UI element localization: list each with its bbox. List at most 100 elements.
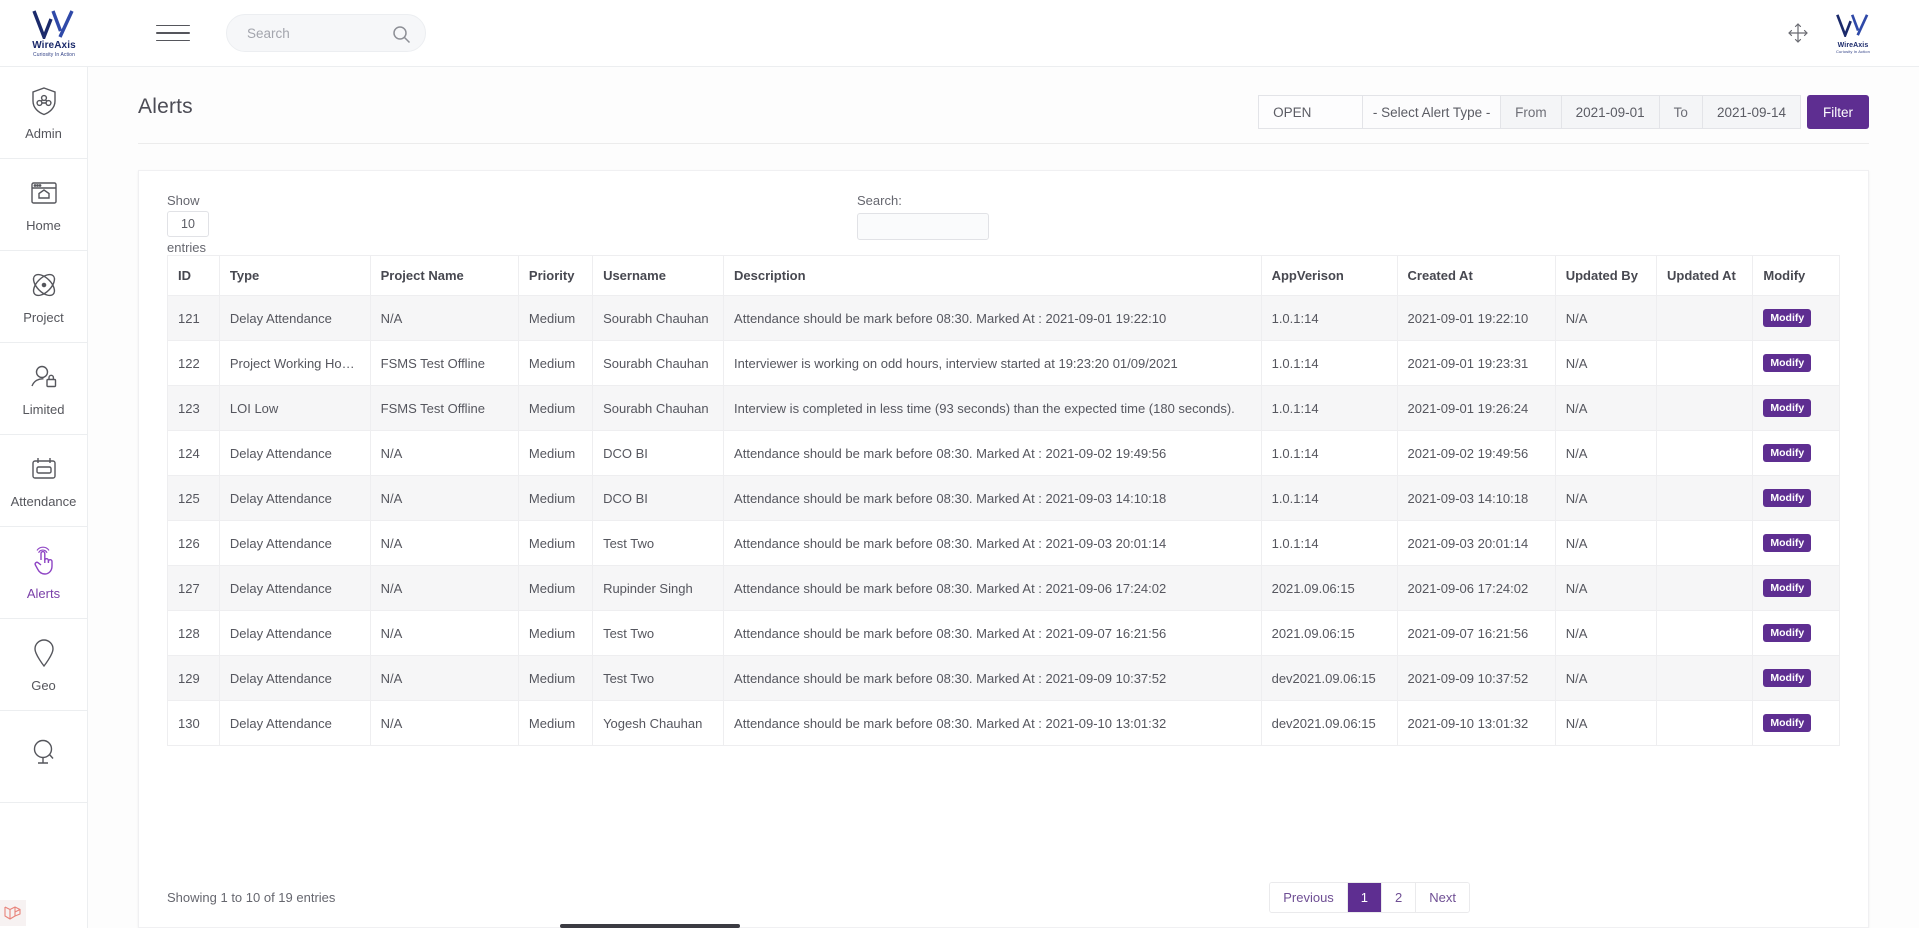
- cell-appversion: 1.0.1:14: [1261, 296, 1397, 341]
- table-row: 125Delay AttendanceN/AMediumDCO BIAttend…: [168, 476, 1840, 521]
- col-header-appversion[interactable]: AppVerison: [1261, 256, 1397, 296]
- from-label: From: [1500, 95, 1562, 129]
- filter-button[interactable]: Filter: [1807, 95, 1869, 129]
- sidebar-item-admin[interactable]: Admin: [0, 67, 87, 159]
- cell-created-at: 2021-09-09 10:37:52: [1397, 656, 1555, 701]
- cell-appversion: dev2021.09.06:15: [1261, 701, 1397, 746]
- cell-id: 129: [168, 656, 220, 701]
- cell-type: Project Working Hours: [219, 341, 370, 386]
- header-brand-name: WireAxis: [1838, 42, 1869, 49]
- col-header-priority[interactable]: Priority: [518, 256, 592, 296]
- table-row: 123LOI LowFSMS Test OfflineMediumSourabh…: [168, 386, 1840, 431]
- cell-project: N/A: [370, 656, 518, 701]
- table-row: 129Delay AttendanceN/AMediumTest TwoAtte…: [168, 656, 1840, 701]
- cell-description: Interview is completed in less time (93 …: [724, 386, 1262, 431]
- cell-created-at: 2021-09-01 19:23:31: [1397, 341, 1555, 386]
- wireaxis-header-logo[interactable]: WireAxis Curiosity In Action: [1835, 13, 1871, 54]
- modify-button[interactable]: Modify: [1763, 714, 1811, 732]
- hand-tap-alert-icon: [30, 544, 58, 578]
- top-bar-actions: WireAxis Curiosity In Action: [1787, 13, 1919, 54]
- pagination-next[interactable]: Next: [1416, 883, 1469, 912]
- col-header-id[interactable]: ID: [168, 256, 220, 296]
- table-header-row: ID Type Project Name Priority Username D…: [168, 256, 1840, 296]
- cell-id: 127: [168, 566, 220, 611]
- col-header-project[interactable]: Project Name: [370, 256, 518, 296]
- sidebar-item-home[interactable]: Home: [0, 159, 87, 251]
- cell-appversion: 2021.09.06:15: [1261, 566, 1397, 611]
- cell-id: 124: [168, 431, 220, 476]
- cell-updated-by: N/A: [1555, 521, 1656, 566]
- sidebar-item-attendance[interactable]: Attendance: [0, 435, 87, 527]
- sidebar-item-geo[interactable]: Geo: [0, 619, 87, 711]
- from-date-input[interactable]: 2021-09-01: [1561, 95, 1660, 129]
- modify-button[interactable]: Modify: [1763, 354, 1811, 372]
- cell-created-at: 2021-09-02 19:49:56: [1397, 431, 1555, 476]
- top-bar: WireAxis Curiosity In Action: [0, 0, 1919, 66]
- cell-priority: Medium: [518, 566, 592, 611]
- to-date-input[interactable]: 2021-09-14: [1702, 95, 1801, 129]
- cell-description: Attendance should be mark before 08:30. …: [724, 701, 1262, 746]
- modify-button[interactable]: Modify: [1763, 534, 1811, 552]
- show-entries-control: Show 10 entries: [167, 193, 209, 255]
- cell-id: 130: [168, 701, 220, 746]
- pagination-previous[interactable]: Previous: [1270, 883, 1348, 912]
- cell-updated-at: [1657, 656, 1753, 701]
- sidebar-item-project[interactable]: Project: [0, 251, 87, 343]
- cell-updated-at: [1657, 386, 1753, 431]
- sidebar: Admin Home: [0, 66, 88, 928]
- alert-type-select[interactable]: - Select Alert Type -: [1362, 95, 1501, 129]
- sidebar-item-limited[interactable]: Limited: [0, 343, 87, 435]
- sidebar-item-globe[interactable]: [0, 711, 87, 803]
- pagination-2[interactable]: 2: [1382, 883, 1416, 912]
- cell-created-at: 2021-09-01 19:22:10: [1397, 296, 1555, 341]
- cell-updated-at: [1657, 296, 1753, 341]
- search-icon[interactable]: [392, 25, 411, 49]
- modify-button[interactable]: Modify: [1763, 309, 1811, 327]
- cell-created-at: 2021-09-01 19:26:24: [1397, 386, 1555, 431]
- brand-logo[interactable]: WireAxis Curiosity In Action: [0, 0, 108, 66]
- col-header-type[interactable]: Type: [219, 256, 370, 296]
- table-search-input[interactable]: [857, 213, 989, 240]
- table-row: 122Project Working HoursFSMS Test Offlin…: [168, 341, 1840, 386]
- modify-button[interactable]: Modify: [1763, 579, 1811, 597]
- col-header-username[interactable]: Username: [593, 256, 724, 296]
- col-header-created-at[interactable]: Created At: [1397, 256, 1555, 296]
- cell-updated-by: N/A: [1555, 341, 1656, 386]
- search-input[interactable]: [245, 15, 385, 51]
- cell-updated-by: N/A: [1555, 611, 1656, 656]
- fullscreen-move-icon[interactable]: [1787, 22, 1809, 44]
- cell-modify: Modify: [1753, 476, 1840, 521]
- globe-icon: [30, 736, 58, 770]
- entries-per-page-select[interactable]: 10: [167, 211, 209, 237]
- table-row: 127Delay AttendanceN/AMediumRupinder Sin…: [168, 566, 1840, 611]
- sidebar-item-label: Geo: [31, 678, 56, 693]
- sidebar-item-alerts[interactable]: Alerts: [0, 527, 87, 619]
- col-header-description[interactable]: Description: [724, 256, 1262, 296]
- cell-project: N/A: [370, 431, 518, 476]
- modify-button[interactable]: Modify: [1763, 669, 1811, 687]
- col-header-modify[interactable]: Modify: [1753, 256, 1840, 296]
- sidebar-item-label: Home: [26, 218, 61, 233]
- cell-type: LOI Low: [219, 386, 370, 431]
- modify-button[interactable]: Modify: [1763, 399, 1811, 417]
- cell-priority: Medium: [518, 296, 592, 341]
- cell-appversion: 1.0.1:14: [1261, 341, 1397, 386]
- col-header-updated-by[interactable]: Updated By: [1555, 256, 1656, 296]
- cell-modify: Modify: [1753, 386, 1840, 431]
- main-content: Alerts OPEN - Select Alert Type - From 2…: [88, 66, 1919, 928]
- pagination-1[interactable]: 1: [1348, 883, 1382, 912]
- show-label: Show: [167, 193, 209, 208]
- browser-home-icon: [29, 176, 59, 210]
- calendar-icon: [29, 452, 59, 486]
- hamburger-menu-icon[interactable]: [156, 21, 190, 45]
- modify-button[interactable]: Modify: [1763, 489, 1811, 507]
- modify-button[interactable]: Modify: [1763, 444, 1811, 462]
- status-select[interactable]: OPEN: [1258, 95, 1363, 129]
- col-header-updated-at[interactable]: Updated At: [1657, 256, 1753, 296]
- cell-updated-at: [1657, 431, 1753, 476]
- horizontal-scrollbar[interactable]: [560, 924, 740, 928]
- cell-created-at: 2021-09-10 13:01:32: [1397, 701, 1555, 746]
- global-search[interactable]: [226, 14, 426, 52]
- cell-type: Delay Attendance: [219, 476, 370, 521]
- modify-button[interactable]: Modify: [1763, 624, 1811, 642]
